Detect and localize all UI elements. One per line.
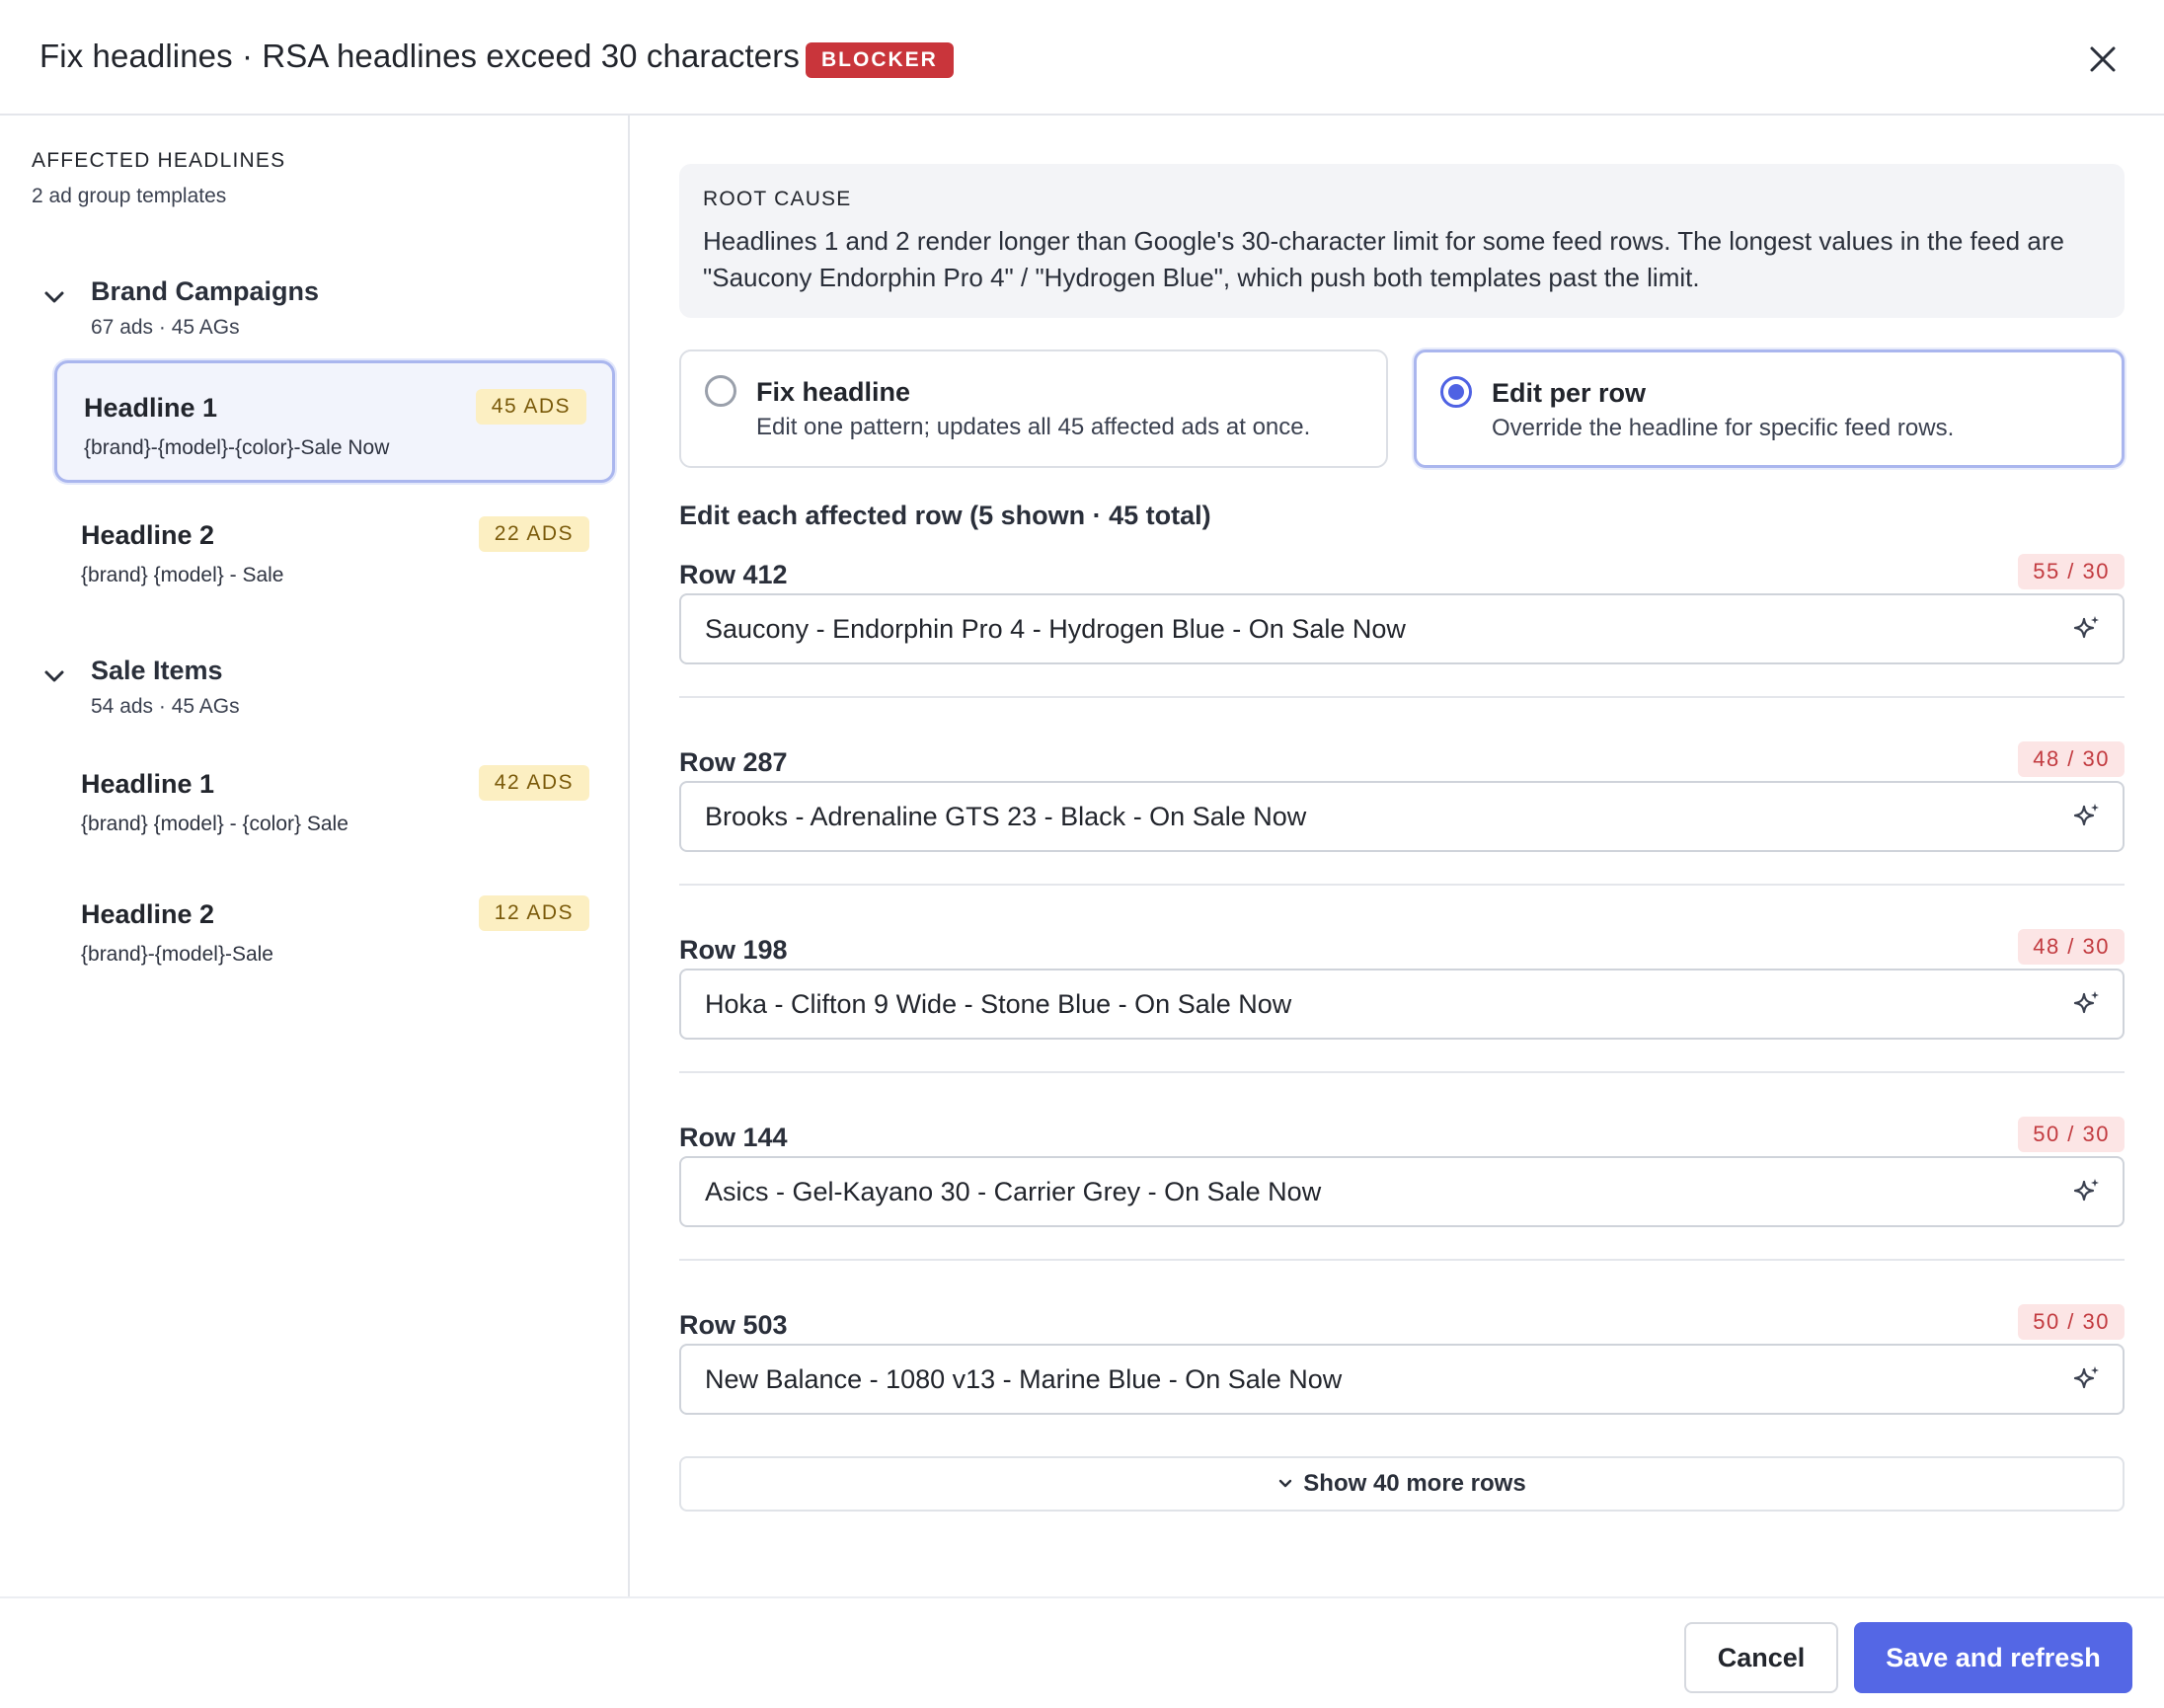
group-meta: 54 ads · 45 AGs: [91, 695, 240, 718]
option-fix-headline[interactable]: Fix headline Edit one pattern; updates a…: [679, 349, 1388, 468]
row-headline-input[interactable]: [679, 781, 2125, 852]
headline-card-sale-2[interactable]: Headline 2 {brand}-{model}-Sale 12 ADS: [54, 870, 615, 992]
headline-name: Headline 1: [81, 769, 215, 799]
row-headline-input[interactable]: [679, 1156, 2125, 1227]
headline-pattern: {brand}-{model}-Sale: [81, 943, 273, 966]
radio-edit-per-row[interactable]: [1440, 376, 1472, 408]
chevron-down-icon: [1279, 1479, 1292, 1488]
affected-headlines-panel: AFFECTED HEADLINES 2 ad group templates …: [0, 116, 630, 1596]
option-description: Override the headline for specific feed …: [1492, 415, 1955, 441]
close-icon: [2090, 46, 2116, 72]
group-meta: 67 ads · 45 AGs: [91, 316, 240, 339]
row-editor: Row 144 50 / 30: [679, 1117, 2125, 1310]
sparkle-icon[interactable]: [2071, 613, 2103, 645]
headline-pattern: {brand} {model} - {color} Sale: [81, 813, 348, 835]
sparkle-icon[interactable]: [2071, 1176, 2103, 1207]
row-headline-input[interactable]: [679, 593, 2125, 664]
headline-card-brand-2[interactable]: Headline 2 {brand} {model} - Sale 22 ADS: [54, 491, 615, 613]
char-count-badge: 50 / 30: [2018, 1117, 2125, 1152]
option-description: Edit one pattern; updates all 45 affecte…: [756, 414, 1311, 440]
row-label: Row 287: [679, 747, 788, 777]
ads-count-badge: 12 ADS: [478, 895, 589, 931]
row-divider: [679, 884, 2125, 886]
row-label: Row 144: [679, 1123, 788, 1152]
affected-headlines-label: AFFECTED HEADLINES: [32, 149, 286, 172]
radio-fix-headline[interactable]: [705, 375, 736, 407]
headline-card-brand-1[interactable]: Headline 1 {brand}-{model}-{color}-Sale …: [54, 360, 615, 483]
affected-headlines-sub: 2 ad group templates: [32, 185, 227, 207]
cancel-button[interactable]: Cancel: [1684, 1622, 1838, 1693]
ads-count-badge: 22 ADS: [478, 516, 589, 552]
sparkle-icon[interactable]: [2071, 1363, 2103, 1395]
option-edit-per-row[interactable]: Edit per row Override the headline for s…: [1414, 349, 2125, 468]
sparkle-icon[interactable]: [2071, 988, 2103, 1020]
headline-card-sale-1[interactable]: Headline 1 {brand} {model} - {color} Sal…: [54, 739, 615, 862]
ads-count-badge: 42 ADS: [478, 765, 589, 801]
char-count-badge: 48 / 30: [2018, 929, 2125, 965]
root-cause-box: ROOT CAUSE Headlines 1 and 2 render long…: [679, 164, 2125, 318]
fix-editor-panel: ROOT CAUSE Headlines 1 and 2 render long…: [630, 116, 2164, 1596]
chevron-down-icon: [44, 291, 64, 303]
option-title: Edit per row: [1492, 378, 1647, 408]
close-button[interactable]: [2083, 39, 2123, 79]
headline-pattern: {brand} {model} - Sale: [81, 564, 284, 586]
char-count-badge: 48 / 30: [2018, 741, 2125, 777]
row-label: Row 198: [679, 935, 788, 965]
headline-name: Headline 2: [81, 520, 215, 550]
headline-pattern: {brand}-{model}-{color}-Sale Now: [84, 436, 390, 459]
row-editor: Row 198 48 / 30: [679, 929, 2125, 1123]
group-name: Brand Campaigns: [91, 276, 320, 306]
row-label: Row 412: [679, 560, 788, 589]
save-and-refresh-button[interactable]: Save and refresh: [1854, 1622, 2132, 1693]
option-title: Fix headline: [756, 377, 911, 407]
headline-name: Headline 1: [84, 393, 218, 423]
chevron-down-icon: [44, 670, 64, 682]
char-count-badge: 50 / 30: [2018, 1304, 2125, 1340]
modal-footer: Cancel Save and refresh: [0, 1596, 2164, 1708]
row-divider: [679, 1071, 2125, 1073]
row-headline-input[interactable]: [679, 1344, 2125, 1415]
ads-count-badge: 45 ADS: [475, 389, 586, 425]
root-cause-text: Headlines 1 and 2 render longer than Goo…: [703, 226, 2064, 292]
row-divider: [679, 1259, 2125, 1261]
char-count-badge: 55 / 30: [2018, 554, 2125, 589]
headline-name: Headline 2: [81, 899, 215, 929]
rows-heading: Edit each affected row (5 shown · 45 tot…: [679, 501, 1211, 530]
root-cause-label: ROOT CAUSE: [703, 188, 852, 210]
row-label: Row 503: [679, 1310, 788, 1340]
modal-title: Fix headlines · RSA headlines exceed 30 …: [39, 38, 800, 74]
row-editor: Row 412 55 / 30: [679, 554, 2125, 747]
fix-headlines-modal: Fix headlines · RSA headlines exceed 30 …: [0, 0, 2164, 1708]
show-more-rows-button[interactable]: Show 40 more rows: [679, 1456, 2125, 1512]
show-more-label: Show 40 more rows: [1303, 1470, 1526, 1497]
row-headline-input[interactable]: [679, 969, 2125, 1040]
row-divider: [679, 696, 2125, 698]
modal-header: Fix headlines · RSA headlines exceed 30 …: [0, 0, 2164, 116]
row-editor: Row 287 48 / 30: [679, 741, 2125, 935]
blocker-badge: BLOCKER: [806, 42, 954, 78]
group-name: Sale Items: [91, 656, 223, 685]
sparkle-icon[interactable]: [2071, 801, 2103, 832]
